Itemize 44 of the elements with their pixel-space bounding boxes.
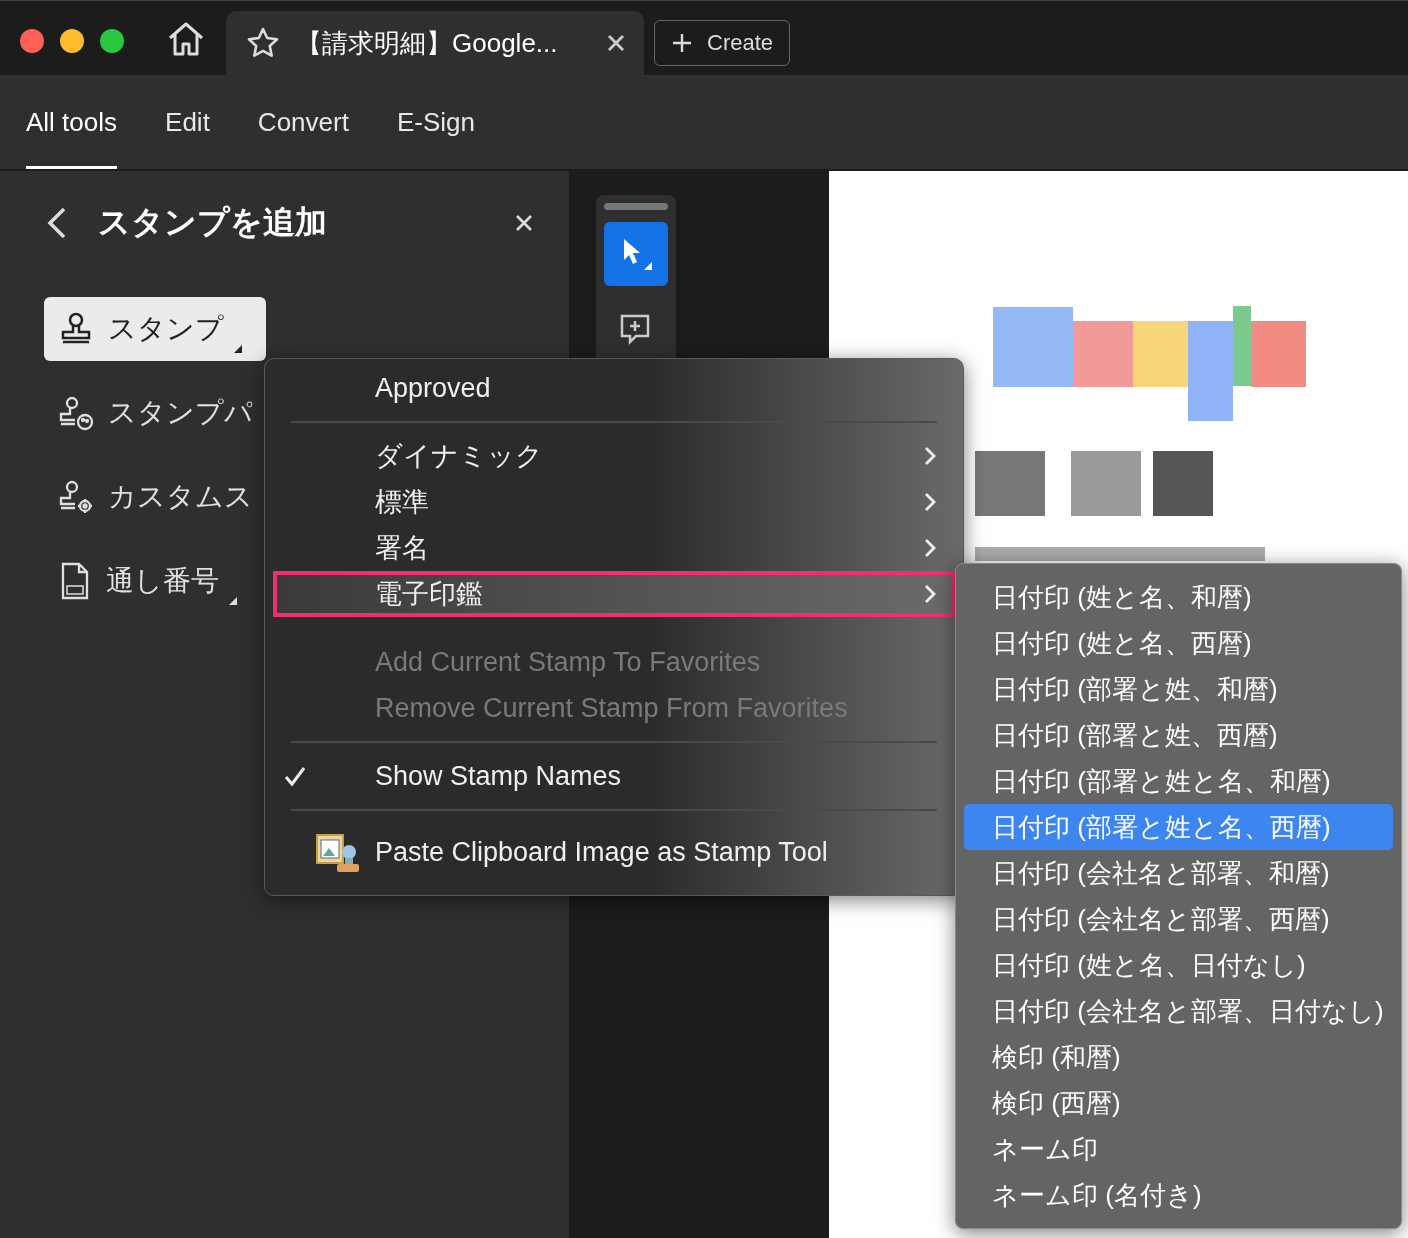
nav-tab[interactable]: Convert bbox=[257, 78, 349, 169]
checkmark-icon bbox=[283, 765, 307, 787]
menu-item[interactable]: 日付印 (部署と姓と名、西暦) bbox=[964, 804, 1393, 850]
menu-item[interactable]: 日付印 (会社名と部署、西暦) bbox=[964, 896, 1393, 942]
menu-item[interactable]: 検印 (和暦) bbox=[964, 1034, 1393, 1080]
stamp-tool-button[interactable]: 通し番号 bbox=[44, 549, 261, 613]
menu-item[interactable]: ネーム印 bbox=[964, 1126, 1393, 1172]
drag-handle[interactable] bbox=[604, 203, 668, 210]
chevron-right-icon bbox=[923, 583, 937, 605]
close-icon[interactable] bbox=[514, 213, 534, 233]
menu-item[interactable]: ネーム印 (名付き) bbox=[964, 1172, 1393, 1218]
window-control[interactable] bbox=[60, 29, 84, 53]
home-icon[interactable] bbox=[166, 21, 206, 57]
tool-button[interactable] bbox=[604, 222, 668, 286]
chevron-right-icon bbox=[923, 491, 937, 513]
plus-icon bbox=[671, 32, 693, 54]
menu-item[interactable]: Paste Clipboard Image as Stamp Tool bbox=[265, 821, 951, 883]
menu-item[interactable]: 日付印 (姓と名、日付なし) bbox=[964, 942, 1393, 988]
nav-tab[interactable]: E-Sign bbox=[396, 78, 475, 169]
menu-item[interactable]: 日付印 (姓と名、和暦) bbox=[964, 574, 1393, 620]
menu-item[interactable]: 日付印 (部署と姓、和暦) bbox=[964, 666, 1393, 712]
menu-item[interactable]: 日付印 (会社名と部署、和暦) bbox=[964, 850, 1393, 896]
panel-title: スタンプを追加 bbox=[98, 203, 328, 242]
menu-item[interactable]: 日付印 (部署と姓、西暦) bbox=[964, 712, 1393, 758]
menu-item[interactable]: 日付印 (会社名と部署、日付なし) bbox=[964, 988, 1393, 1034]
star-icon[interactable] bbox=[246, 26, 280, 60]
document-tab[interactable]: 【請求明細】Google... bbox=[226, 11, 644, 75]
menu-item[interactable]: 日付印 (部署と姓と名、和暦) bbox=[964, 758, 1393, 804]
window-control[interactable] bbox=[100, 29, 124, 53]
close-icon[interactable] bbox=[606, 33, 626, 53]
stamp-tool-button[interactable]: スタンプ bbox=[44, 297, 266, 361]
nav-tab[interactable]: Edit bbox=[165, 78, 210, 169]
chevron-right-icon bbox=[923, 445, 937, 467]
tab-title: 【請求明細】Google... bbox=[296, 26, 559, 60]
chevron-right-icon bbox=[923, 537, 937, 559]
menu-item[interactable]: 日付印 (姓と名、西暦) bbox=[964, 620, 1393, 666]
stamp-palette-icon bbox=[58, 395, 94, 431]
nav-tab[interactable]: All tools bbox=[26, 78, 118, 169]
create-button[interactable]: Create bbox=[654, 20, 791, 66]
stamp-gear-icon bbox=[58, 479, 94, 515]
menu-item[interactable]: 電子印鑑 bbox=[273, 571, 955, 617]
window-control[interactable] bbox=[20, 29, 44, 53]
menu-item[interactable]: 検印 (西暦) bbox=[964, 1080, 1393, 1126]
menu-item[interactable]: Show Stamp Names bbox=[265, 753, 951, 799]
